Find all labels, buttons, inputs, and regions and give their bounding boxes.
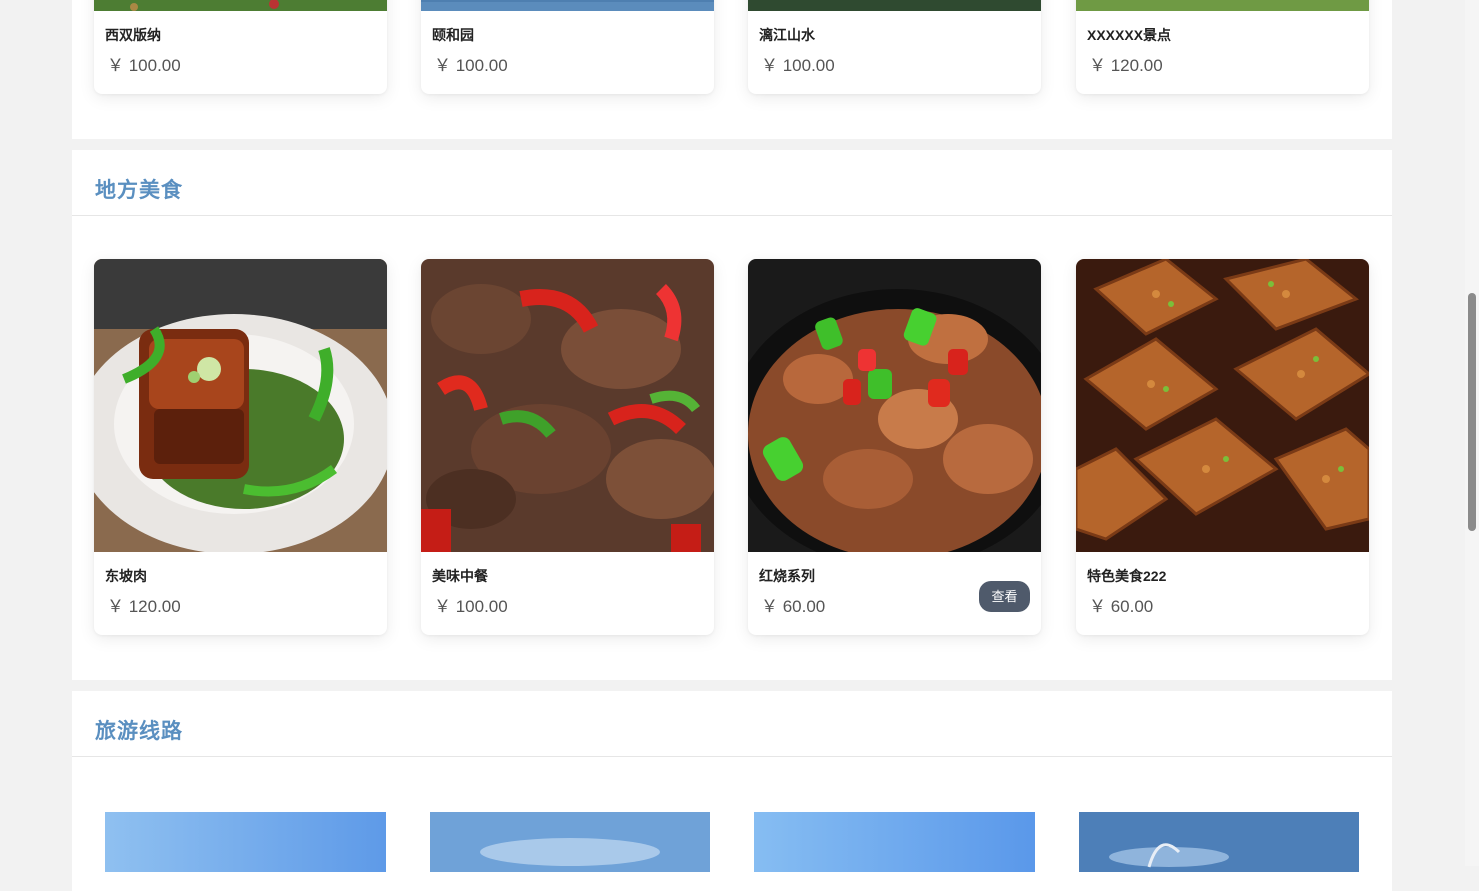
- scenic-card-3[interactable]: 漓江山水 ￥ 100.00: [748, 0, 1041, 94]
- scenic-image-1[interactable]: [94, 0, 387, 11]
- food-image-2[interactable]: [421, 259, 714, 552]
- food-card-4[interactable]: 特色美食222 ￥ 60.00: [1076, 259, 1369, 635]
- section-title: 地方美食: [95, 179, 183, 202]
- scenic-name: 颐和园: [432, 27, 474, 43]
- scenic-name: XXXXXX景点: [1087, 27, 1172, 43]
- section-divider: [72, 756, 1392, 757]
- scenic-price: ￥ 100.00: [107, 56, 181, 75]
- food-price: ￥ 60.00: [761, 597, 826, 616]
- scenic-card-1[interactable]: 西双版纳 ￥ 100.00: [94, 0, 387, 94]
- view-button[interactable]: 查看: [979, 581, 1030, 612]
- food-name: 红烧系列: [759, 568, 815, 584]
- food-image-1[interactable]: [94, 259, 387, 552]
- food-card-2[interactable]: 美味中餐 ￥ 100.00: [421, 259, 714, 635]
- food-price: ￥ 120.00: [107, 597, 181, 616]
- scenic-price: ￥ 100.00: [434, 56, 508, 75]
- scenic-card-2[interactable]: 颐和园 ￥ 100.00: [421, 0, 714, 94]
- food-name: 特色美食222: [1087, 568, 1167, 584]
- route-image-1[interactable]: [105, 812, 386, 872]
- food-image-3[interactable]: [748, 259, 1041, 552]
- scrollbar-thumb[interactable]: [1468, 293, 1476, 531]
- food-price: ￥ 60.00: [1089, 597, 1154, 616]
- scrollbar[interactable]: [1465, 0, 1479, 866]
- food-price: ￥ 100.00: [434, 597, 508, 616]
- scenic-price: ￥ 120.00: [1089, 56, 1163, 75]
- food-image-4[interactable]: [1076, 259, 1369, 552]
- scenic-name: 漓江山水: [759, 27, 815, 43]
- food-card-1[interactable]: 东坡肉 ￥ 120.00: [94, 259, 387, 635]
- route-image-3[interactable]: [754, 812, 1035, 872]
- section-divider: [72, 215, 1392, 216]
- food-card-3[interactable]: 红烧系列 ￥ 60.00 查看: [748, 259, 1041, 635]
- food-name: 东坡肉: [105, 568, 147, 584]
- scenic-name: 西双版纳: [105, 27, 161, 43]
- scenic-image-2[interactable]: [421, 0, 714, 11]
- route-image-4[interactable]: [1079, 812, 1360, 872]
- scenic-price: ￥ 100.00: [761, 56, 835, 75]
- section-title: 旅游线路: [95, 720, 183, 743]
- route-image-2[interactable]: [430, 812, 711, 872]
- scenic-image-4[interactable]: [1076, 0, 1369, 11]
- scenic-card-4[interactable]: XXXXXX景点 ￥ 120.00: [1076, 0, 1369, 94]
- scenic-image-3[interactable]: [748, 0, 1041, 11]
- food-name: 美味中餐: [432, 568, 488, 584]
